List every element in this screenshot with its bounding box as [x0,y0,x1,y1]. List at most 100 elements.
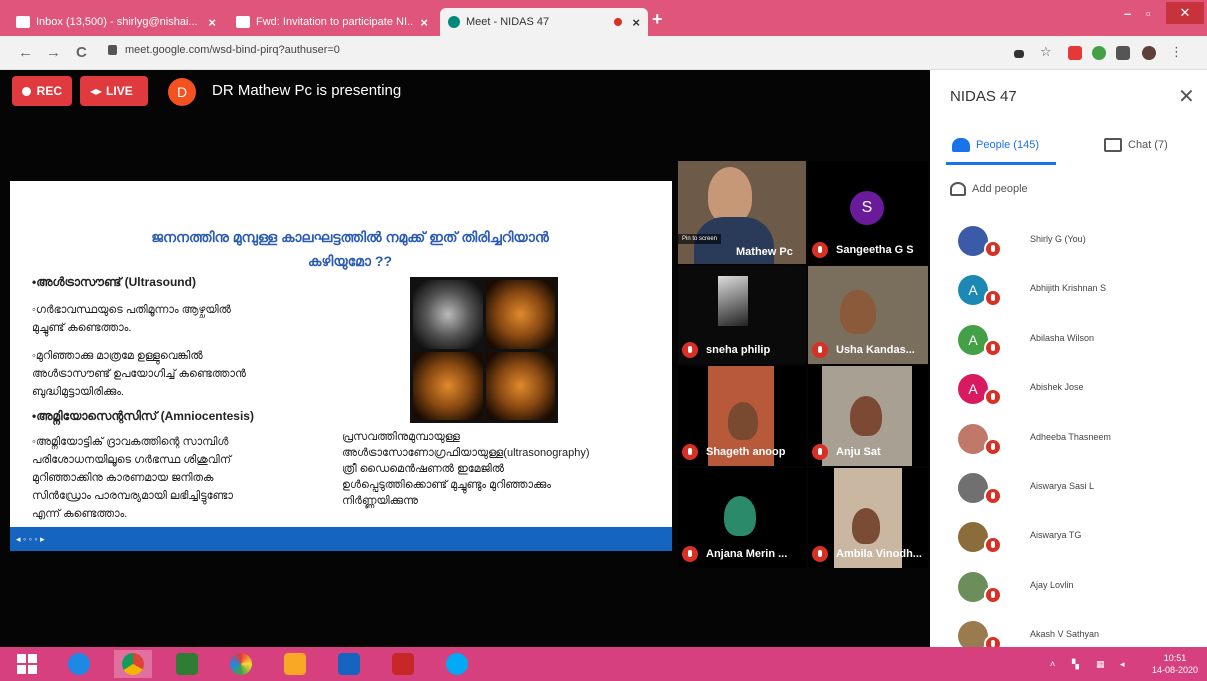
gmail-icon [236,16,250,28]
participant-tile[interactable]: S Sangeetha G S [808,161,928,264]
participant-tile[interactable]: Pin to screen Mathew Pc [678,161,806,264]
participant-list-item[interactable]: Adheeba Thasneem [930,416,1207,465]
pin-to-screen-label[interactable]: Pin to screen [678,234,722,244]
address-bar: ← → C meet.google.com/wsd-bind-pirq?auth… [0,36,1207,70]
tab-chat[interactable]: Chat (7) [1104,138,1168,152]
back-icon[interactable]: ← [18,44,33,61]
mic-off-icon [984,338,1002,357]
close-icon[interactable]: × [208,15,216,30]
bullet-line: ◦അമ്നിയോട്ടിക് ദ്രാവകത്തിന്റെ സാമ്പിൾ [32,436,229,448]
taskbar-photos[interactable] [222,650,260,678]
tab-title: Fwd: Invitation to participate NI... [256,16,415,28]
close-icon[interactable]: × [632,15,640,30]
mic-off-icon [812,342,828,358]
people-icon [952,138,970,152]
close-icon[interactable]: × [420,15,428,30]
participant-tile[interactable]: Ambila Vinodh... [808,468,928,568]
reload-icon[interactable]: C [76,44,87,61]
internet-explorer-icon [68,653,90,675]
participant-list-item[interactable]: Shirly G (You) [930,218,1207,267]
mic-off-icon [984,486,1002,505]
participant-name: Sangeetha G S [836,244,914,256]
forward-icon[interactable]: → [46,44,61,61]
new-tab-button[interactable]: + [652,9,663,30]
taskbar-app[interactable] [384,650,422,678]
tab-people[interactable]: People (145) [952,138,1039,152]
folder-icon [284,653,306,675]
taskbar-file-explorer[interactable] [276,650,314,678]
participant-tile[interactable]: sneha philip [678,266,806,364]
taskbar-skype[interactable] [438,650,476,678]
record-dot-icon [22,86,31,96]
url-field[interactable]: meet.google.com/wsd-bind-pirq?authuser=0 [108,44,340,56]
profile-avatar-icon[interactable] [1142,46,1156,60]
close-panel-icon[interactable]: ✕ [1178,84,1195,109]
recording-badge[interactable]: REC [12,76,72,106]
photos-icon [230,653,252,675]
extension-red-icon[interactable] [1068,46,1082,60]
taskbar-internet-explorer[interactable] [60,650,98,678]
rec-label: REC [36,84,62,98]
active-tab-indicator [946,162,1056,165]
participant-list-item[interactable]: Aiswarya TG [930,514,1207,563]
minimize-icon[interactable]: – [1124,6,1131,21]
extensions-puzzle-icon[interactable] [1116,46,1130,60]
window-close-button[interactable]: ✕ [1166,2,1204,24]
taskbar-word[interactable] [330,650,368,678]
tray-chevron-icon[interactable]: ˄ [1050,659,1055,669]
camera-icon[interactable] [1014,50,1024,58]
taskbar-chrome[interactable] [114,650,152,678]
meet-icon [448,16,460,28]
slide-title-line: ജനനത്തിനു മുമ്പുള്ള കാലഘട്ടത്തിൽ നമുക്ക്… [151,229,549,245]
caption-line: അൾട്രാസോണോഗ്രഫിയായുള്ള(ultrasonography) [342,447,590,459]
mic-off-icon [682,444,698,460]
extension-green-icon[interactable] [1092,46,1106,60]
taskbar-store[interactable] [168,650,206,678]
participant-tile[interactable]: Shageth anoop [678,366,806,466]
clock-date: 14-08-2020 [1152,665,1199,675]
participant-name: Abhijith Krishnan S [1030,283,1107,294]
participant-tile[interactable]: Anju Sat [808,366,928,466]
star-icon[interactable]: ☆ [1040,44,1054,59]
participant-video [718,276,748,326]
tab-inbox[interactable]: Inbox (13,500) - shirlyg@nishai... × [8,8,224,36]
volume-icon[interactable]: ◂ [1120,659,1125,670]
participant-list-item[interactable]: A Abilasha Wilson [930,317,1207,366]
participant-avatar: S [850,191,884,225]
bullet-line: മുച്ചുണ്ട് കണ്ടെത്താം. [32,322,132,334]
tab-title: Meet - NIDAS 47 [466,16,550,28]
network-icon[interactable]: ▦ [1096,659,1105,670]
add-people-button[interactable]: Add people [950,182,1028,196]
mic-off-icon [984,240,1002,258]
participant-list-item[interactable]: Ajay Lovlin [930,564,1207,613]
bullet-line: മുറിഞ്ഞാക്കിനു കാരണമായ ജനിതക [32,472,214,484]
participant-video [840,290,876,334]
participant-tile[interactable]: Usha Kandas... [808,266,928,364]
participant-list-item[interactable]: Aiswarya Sasi L [930,465,1207,514]
participant-list-item[interactable]: A Abishek Jose [930,366,1207,415]
recording-indicator-icon [614,18,623,26]
screen: Inbox (13,500) - shirlyg@nishai... × Fwd… [0,0,1207,681]
maximize-icon[interactable]: ▫ [1146,6,1151,21]
mic-off-icon [812,242,828,258]
image-caption: പ്രസവത്തിനുമുമ്പായുള്ള അൾട്രാസോണോഗ്രഫിയാ… [342,429,662,509]
live-badge[interactable]: ◂▸ LIVE [80,76,148,106]
tab-fwd-invitation[interactable]: Fwd: Invitation to participate NI... × [228,8,436,36]
tray-flag-icon[interactable]: ▚ [1072,659,1079,670]
windows-start-button[interactable] [8,650,46,678]
ultrasound-panel [485,351,555,420]
ultrasound-3d-image [410,277,558,423]
windows-logo-icon [17,654,37,674]
participant-tile[interactable]: Anjana Merin ... [678,468,806,568]
tab-meet[interactable]: Meet - NIDAS 47 × [440,8,648,36]
bullet-line: ബുദ്ധിമുട്ടായിരിക്കും. [32,386,124,398]
participant-video [724,496,756,536]
caption-line: നിർണ്ണയിക്കുന്നു [342,495,418,507]
tab-chat-label: Chat (7) [1128,139,1168,151]
bullet-line: ◦ഗർഭാവസ്ഥയുടെ പതിമൂന്നാം ആഴ്ചയിൽ [32,304,231,316]
participant-list-item[interactable]: A Abhijith Krishnan S [930,267,1207,316]
clock[interactable]: 10:51 14-08-2020 [1152,652,1198,676]
more-menu-icon[interactable]: ⋮ [1170,44,1184,59]
url-text: meet.google.com/wsd-bind-pirq?authuser=0 [125,44,340,56]
presentation-slide: ജനനത്തിനു മുമ്പുള്ള കാലഘട്ടത്തിൽ നമുക്ക്… [10,181,672,551]
